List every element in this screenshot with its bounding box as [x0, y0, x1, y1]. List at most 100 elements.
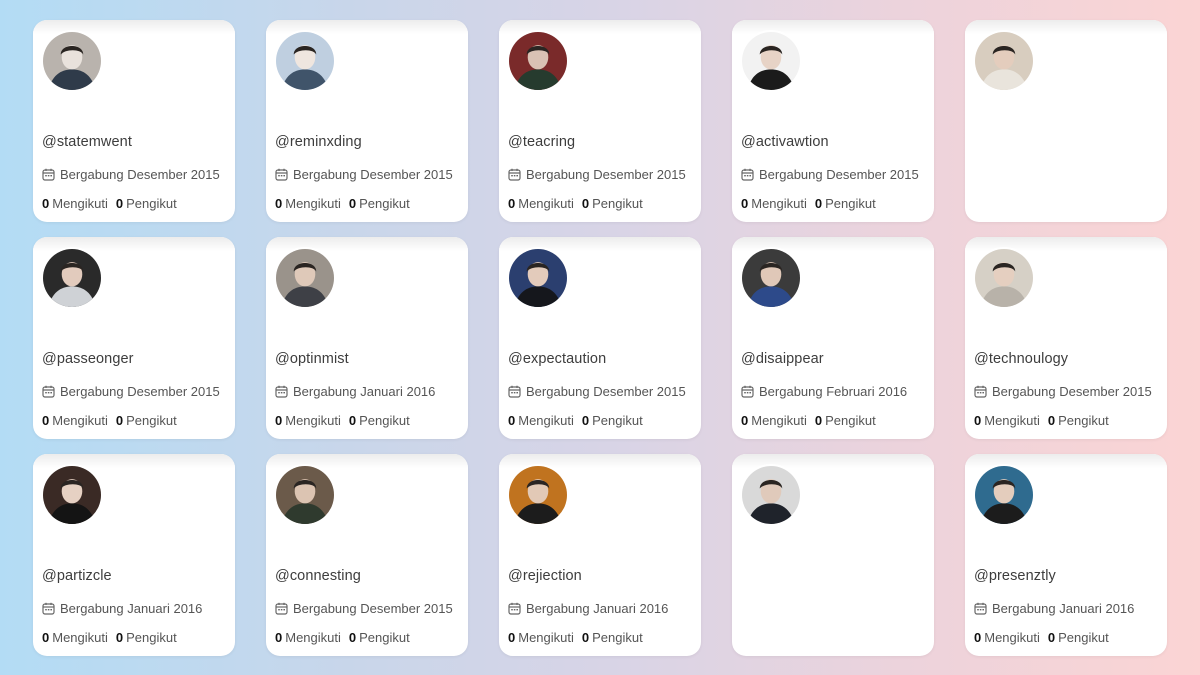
- profile-handle[interactable]: @expectaution: [508, 351, 606, 367]
- followers-stat[interactable]: 0 Pengikut: [582, 413, 643, 428]
- followers-stat[interactable]: 0 Pengikut: [815, 413, 876, 428]
- profile-card[interactable]: @passeonger Bergabung Desember 2015 0 Mengi…: [33, 237, 235, 439]
- profile-handle[interactable]: @activawtion: [741, 134, 829, 150]
- followers-stat[interactable]: 0 Pengikut: [349, 630, 410, 645]
- followers-label: Pengikut: [592, 630, 643, 645]
- avatar[interactable]: [41, 30, 103, 92]
- avatar[interactable]: [973, 464, 1035, 526]
- profile-card[interactable]: @reminxding Bergabung Desember 2015 0 Mengi…: [266, 20, 468, 222]
- following-stat[interactable]: 0 Mengikuti: [42, 630, 108, 645]
- join-date: Bergabung Februari 2016: [741, 384, 907, 399]
- following-count: 0: [42, 196, 50, 211]
- avatar[interactable]: [507, 247, 569, 309]
- following-stat[interactable]: 0 Mengikuti: [974, 413, 1040, 428]
- join-date: Bergabung Desember 2015: [508, 167, 686, 182]
- avatar[interactable]: [507, 30, 569, 92]
- avatar[interactable]: [41, 247, 103, 309]
- profile-card[interactable]: @expectaution Bergabung Desember 2015 0 Men…: [499, 237, 701, 439]
- followers-stat[interactable]: 0 Pengikut: [116, 413, 177, 428]
- followers-stat[interactable]: 0 Pengikut: [815, 196, 876, 211]
- profile-card[interactable]: @presenztly Bergabung Januari 2016 0 Mengik…: [965, 454, 1167, 656]
- avatar[interactable]: [507, 464, 569, 526]
- following-count: 0: [974, 630, 982, 645]
- avatar[interactable]: [274, 30, 336, 92]
- avatar[interactable]: [740, 247, 802, 309]
- profile-stats: 0 Mengikuti 0 Pengikut: [508, 196, 651, 211]
- following-stat[interactable]: 0 Mengikuti: [275, 196, 341, 211]
- following-stat[interactable]: 0 Mengikuti: [508, 196, 574, 211]
- join-date: Bergabung Januari 2016: [508, 601, 668, 616]
- following-stat[interactable]: 0 Mengikuti: [508, 413, 574, 428]
- following-stat[interactable]: 0 Mengikuti: [741, 196, 807, 211]
- profile-card[interactable]: @disaippear Bergabung Februari 2016 0 Mengi…: [732, 237, 934, 439]
- avatar[interactable]: [41, 464, 103, 526]
- profile-handle[interactable]: @presenztly: [974, 568, 1056, 584]
- join-date-text: Bergabung Desember 2015: [293, 601, 453, 616]
- profile-handle[interactable]: @rejiection: [508, 568, 582, 584]
- followers-label: Pengikut: [126, 413, 177, 428]
- followers-stat[interactable]: 0 Pengikut: [1048, 413, 1109, 428]
- avatar[interactable]: [973, 247, 1035, 309]
- profile-card[interactable]: @optinmist Bergabung Januari 2016 0 Mengiku…: [266, 237, 468, 439]
- following-stat[interactable]: 0 Mengikuti: [275, 630, 341, 645]
- profile-stats: 0 Mengikuti 0 Pengikut: [974, 630, 1117, 645]
- following-count: 0: [974, 413, 982, 428]
- profile-card[interactable]: @statemwent Bergabung Desember 2015 0 Mengi…: [33, 20, 235, 222]
- profile-handle[interactable]: @reminxding: [275, 134, 362, 150]
- calendar-icon: [42, 168, 55, 181]
- followers-stat[interactable]: 0 Pengikut: [1048, 630, 1109, 645]
- following-label: Mengikuti: [52, 196, 108, 211]
- followers-count: 0: [1047, 413, 1056, 428]
- calendar-icon: [275, 602, 288, 615]
- profile-handle[interactable]: @teacring: [508, 134, 575, 150]
- calendar-icon: [974, 602, 987, 615]
- join-date: Bergabung Desember 2015: [275, 601, 453, 616]
- following-label: Mengikuti: [751, 413, 807, 428]
- followers-stat[interactable]: 0 Pengikut: [582, 630, 643, 645]
- followers-stat[interactable]: 0 Pengikut: [349, 196, 410, 211]
- calendar-icon: [42, 602, 55, 615]
- following-label: Mengikuti: [518, 630, 574, 645]
- followers-label: Pengikut: [1058, 630, 1109, 645]
- profile-handle[interactable]: @passeonger: [42, 351, 134, 367]
- profile-handle[interactable]: @technoulogy: [974, 351, 1068, 367]
- avatar[interactable]: [740, 30, 802, 92]
- profile-handle[interactable]: @connesting: [275, 568, 361, 584]
- followers-count: 0: [1047, 630, 1056, 645]
- profile-card[interactable]: @partizcle Bergabung Januari 2016 0 Mengiku…: [33, 454, 235, 656]
- profile-handle[interactable]: @partizcle: [42, 568, 112, 584]
- following-stat[interactable]: 0 Mengikuti: [42, 196, 108, 211]
- following-count: 0: [275, 413, 283, 428]
- followers-count: 0: [348, 630, 357, 645]
- profile-card[interactable]: [965, 20, 1167, 222]
- join-date: Bergabung Desember 2015: [741, 167, 919, 182]
- followers-stat[interactable]: 0 Pengikut: [349, 413, 410, 428]
- following-stat[interactable]: 0 Mengikuti: [974, 630, 1040, 645]
- following-stat[interactable]: 0 Mengikuti: [741, 413, 807, 428]
- calendar-icon: [42, 385, 55, 398]
- avatar[interactable]: [973, 30, 1035, 92]
- avatar[interactable]: [740, 464, 802, 526]
- profile-handle[interactable]: @disaippear: [741, 351, 824, 367]
- following-stat[interactable]: 0 Mengikuti: [42, 413, 108, 428]
- followers-count: 0: [581, 630, 590, 645]
- profile-handle[interactable]: @optinmist: [275, 351, 349, 367]
- followers-count: 0: [581, 413, 590, 428]
- profile-card[interactable]: @connesting Bergabung Desember 2015 0 Mengi…: [266, 454, 468, 656]
- followers-stat[interactable]: 0 Pengikut: [582, 196, 643, 211]
- followers-stat[interactable]: 0 Pengikut: [116, 630, 177, 645]
- following-label: Mengikuti: [285, 196, 341, 211]
- avatar[interactable]: [274, 247, 336, 309]
- followers-stat[interactable]: 0 Pengikut: [116, 196, 177, 211]
- following-stat[interactable]: 0 Mengikuti: [275, 413, 341, 428]
- profile-card[interactable]: [732, 454, 934, 656]
- following-stat[interactable]: 0 Mengikuti: [508, 630, 574, 645]
- profile-handle[interactable]: @statemwent: [42, 134, 132, 150]
- profile-card[interactable]: @rejiection Bergabung Januari 2016 0 Mengik…: [499, 454, 701, 656]
- avatar[interactable]: [274, 464, 336, 526]
- profile-card[interactable]: @technoulogy Bergabung Desember 2015 0 Meng…: [965, 237, 1167, 439]
- profile-card[interactable]: @teacring Bergabung Desember 2015 0 Mengiku…: [499, 20, 701, 222]
- followers-label: Pengikut: [126, 196, 177, 211]
- profile-card[interactable]: @activawtion Bergabung Desember 2015 0 Meng…: [732, 20, 934, 222]
- join-date-text: Bergabung Desember 2015: [526, 167, 686, 182]
